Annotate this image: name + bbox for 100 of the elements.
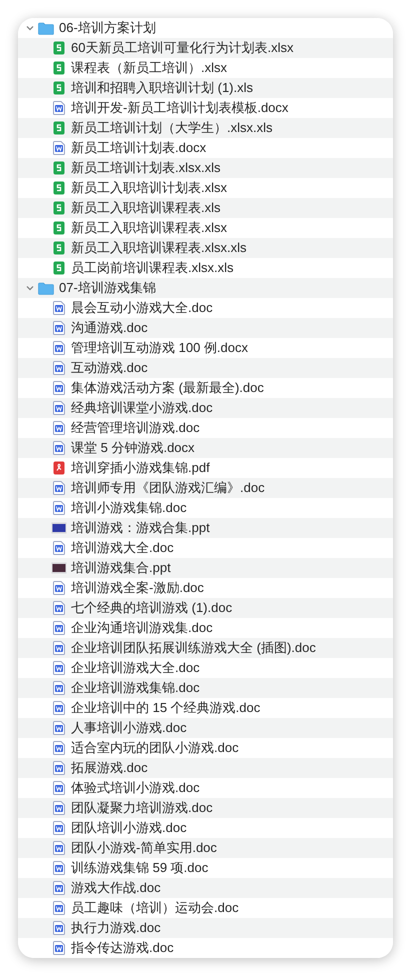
document-file-icon bbox=[53, 501, 65, 515]
document-file-icon bbox=[53, 761, 65, 775]
file-row[interactable]: 指令传达游戏.doc bbox=[18, 938, 393, 958]
chevron-down-icon[interactable] bbox=[26, 284, 34, 292]
spreadsheet-file-icon bbox=[53, 41, 65, 55]
file-row[interactable]: 执行力游戏.doc bbox=[18, 918, 393, 938]
file-row[interactable]: 企业培训团队拓展训练游戏大全 (插图).doc bbox=[18, 638, 393, 658]
file-name: 团队培训小游戏.doc bbox=[71, 819, 187, 838]
file-name: 七个经典的培训游戏 (1).doc bbox=[71, 599, 232, 618]
file-row[interactable]: 新员工入职培训课程表.xlsx.xls bbox=[18, 238, 393, 258]
file-row[interactable]: 培训游戏大全.doc bbox=[18, 538, 393, 558]
file-name: 经营管理培训游戏.doc bbox=[71, 419, 200, 438]
file-name: 新员工入职培训计划表.xlsx bbox=[71, 179, 227, 198]
file-row[interactable]: 培训游戏全案-激励.doc bbox=[18, 578, 393, 598]
file-name: 课程表（新员工培训）.xlsx bbox=[71, 59, 227, 78]
file-name: 集体游戏活动方案 (最新最全).doc bbox=[71, 379, 264, 398]
file-row[interactable]: 互动游戏.doc bbox=[18, 358, 393, 378]
file-row[interactable]: 七个经典的培训游戏 (1).doc bbox=[18, 598, 393, 618]
file-name: 培训小游戏集锦.doc bbox=[71, 499, 187, 518]
file-row[interactable]: 新员工培训计划表.xlsx.xls bbox=[18, 158, 393, 178]
file-name: 沟通游戏.doc bbox=[71, 319, 148, 338]
document-file-icon bbox=[53, 881, 65, 895]
file-row[interactable]: 企业沟通培训游戏集.doc bbox=[18, 618, 393, 638]
file-row[interactable]: 培训师专用《团队游戏汇编》.doc bbox=[18, 478, 393, 498]
file-row[interactable]: 课堂 5 分钟游戏.docx bbox=[18, 438, 393, 458]
document-file-icon bbox=[53, 801, 65, 815]
file-row[interactable]: 适合室内玩的团队小游戏.doc bbox=[18, 738, 393, 758]
file-row[interactable]: 培训开发-新员工培训计划表模板.docx bbox=[18, 98, 393, 118]
pdf-file-icon bbox=[53, 461, 65, 475]
file-name: 指令传达游戏.doc bbox=[71, 939, 174, 958]
file-row[interactable]: 管理培训互动游戏 100 例.docx bbox=[18, 338, 393, 358]
file-name: 适合室内玩的团队小游戏.doc bbox=[71, 739, 239, 758]
file-row[interactable]: 培训和招聘入职培训计划 (1).xls bbox=[18, 78, 393, 98]
file-name: 课堂 5 分钟游戏.docx bbox=[71, 439, 195, 458]
document-file-icon bbox=[53, 401, 65, 415]
file-name: 新员工培训计划表.docx bbox=[71, 139, 206, 158]
file-row[interactable]: 团队凝聚力培训游戏.doc bbox=[18, 798, 393, 818]
folder-row[interactable]: 06-培训方案计划 bbox=[18, 18, 393, 38]
document-file-icon bbox=[53, 661, 65, 675]
document-file-icon bbox=[53, 421, 65, 435]
document-file-icon bbox=[53, 621, 65, 635]
file-name: 60天新员工培训可量化行为计划表.xlsx bbox=[71, 39, 294, 58]
file-row[interactable]: 60天新员工培训可量化行为计划表.xlsx bbox=[18, 38, 393, 58]
spreadsheet-file-icon bbox=[53, 121, 65, 135]
file-row[interactable]: 沟通游戏.doc bbox=[18, 318, 393, 338]
document-file-icon bbox=[53, 101, 65, 115]
file-name: 培训师专用《团队游戏汇编》.doc bbox=[71, 479, 265, 498]
document-file-icon bbox=[53, 741, 65, 755]
file-row[interactable]: 新员工入职培训课程表.xlsx bbox=[18, 218, 393, 238]
file-name: 培训游戏全案-激励.doc bbox=[71, 579, 204, 598]
file-row[interactable]: 训练游戏集锦 59 项.doc bbox=[18, 858, 393, 878]
document-file-icon bbox=[53, 781, 65, 795]
file-name: 训练游戏集锦 59 项.doc bbox=[71, 859, 208, 878]
file-row[interactable]: 晨会互动小游戏大全.doc bbox=[18, 298, 393, 318]
file-row[interactable]: 拓展游戏.doc bbox=[18, 758, 393, 778]
file-row[interactable]: 企业培训中的 15 个经典游戏.doc bbox=[18, 698, 393, 718]
file-row[interactable]: 体验式培训小游戏.doc bbox=[18, 778, 393, 798]
file-row[interactable]: 员工岗前培训课程表.xlsx.xls bbox=[18, 258, 393, 278]
file-row[interactable]: 新员工入职培训计划表.xlsx bbox=[18, 178, 393, 198]
document-file-icon bbox=[53, 481, 65, 495]
file-row[interactable]: 新员工培训计划表.docx bbox=[18, 138, 393, 158]
chevron-down-icon[interactable] bbox=[26, 24, 34, 32]
file-name: 员工岗前培训课程表.xlsx.xls bbox=[71, 259, 234, 278]
file-row[interactable]: 企业培训游戏大全.doc bbox=[18, 658, 393, 678]
file-row[interactable]: 新员工培训计划（大学生）.xlsx.xls bbox=[18, 118, 393, 138]
file-name: 培训和招聘入职培训计划 (1).xls bbox=[71, 79, 253, 98]
file-name: 培训游戏集合.ppt bbox=[71, 559, 171, 578]
file-row[interactable]: 课程表（新员工培训）.xlsx bbox=[18, 58, 393, 78]
file-name: 管理培训互动游戏 100 例.docx bbox=[71, 339, 248, 358]
file-name: 培训穿插小游戏集锦.pdf bbox=[71, 459, 210, 478]
file-name: 人事培训小游戏.doc bbox=[71, 719, 187, 738]
file-row[interactable]: 人事培训小游戏.doc bbox=[18, 718, 393, 738]
file-name: 新员工培训计划表.xlsx.xls bbox=[71, 159, 220, 178]
document-file-icon bbox=[53, 541, 65, 555]
file-row[interactable]: 游戏大作战.doc bbox=[18, 878, 393, 898]
file-name: 培训开发-新员工培训计划表模板.docx bbox=[71, 99, 288, 118]
spreadsheet-file-icon bbox=[53, 161, 65, 175]
file-row[interactable]: 团队小游戏-简单实用.doc bbox=[18, 838, 393, 858]
file-name: 经典培训课堂小游戏.doc bbox=[71, 399, 213, 418]
file-row[interactable]: 培训游戏集合.ppt bbox=[18, 558, 393, 578]
spreadsheet-file-icon bbox=[53, 241, 65, 255]
document-file-icon bbox=[53, 701, 65, 715]
file-name: 游戏大作战.doc bbox=[71, 879, 161, 898]
file-row[interactable]: 培训穿插小游戏集锦.pdf bbox=[18, 458, 393, 478]
file-row[interactable]: 经典培训课堂小游戏.doc bbox=[18, 398, 393, 418]
spreadsheet-file-icon bbox=[53, 261, 65, 275]
file-row[interactable]: 员工趣味（培训）运动会.doc bbox=[18, 898, 393, 918]
document-file-icon bbox=[53, 841, 65, 855]
file-row[interactable]: 培训游戏：游戏合集.ppt bbox=[18, 518, 393, 538]
file-name: 晨会互动小游戏大全.doc bbox=[71, 299, 213, 318]
file-row[interactable]: 培训小游戏集锦.doc bbox=[18, 498, 393, 518]
file-name: 互动游戏.doc bbox=[71, 359, 148, 378]
file-row[interactable]: 集体游戏活动方案 (最新最全).doc bbox=[18, 378, 393, 398]
file-row[interactable]: 经营管理培训游戏.doc bbox=[18, 418, 393, 438]
file-name: 新员工入职培训课程表.xlsx bbox=[71, 219, 227, 238]
file-row[interactable]: 团队培训小游戏.doc bbox=[18, 818, 393, 838]
document-file-icon bbox=[53, 301, 65, 315]
file-row[interactable]: 企业培训游戏集锦.doc bbox=[18, 678, 393, 698]
file-row[interactable]: 新员工入职培训课程表.xls bbox=[18, 198, 393, 218]
folder-row[interactable]: 07-培训游戏集锦 bbox=[18, 278, 393, 298]
